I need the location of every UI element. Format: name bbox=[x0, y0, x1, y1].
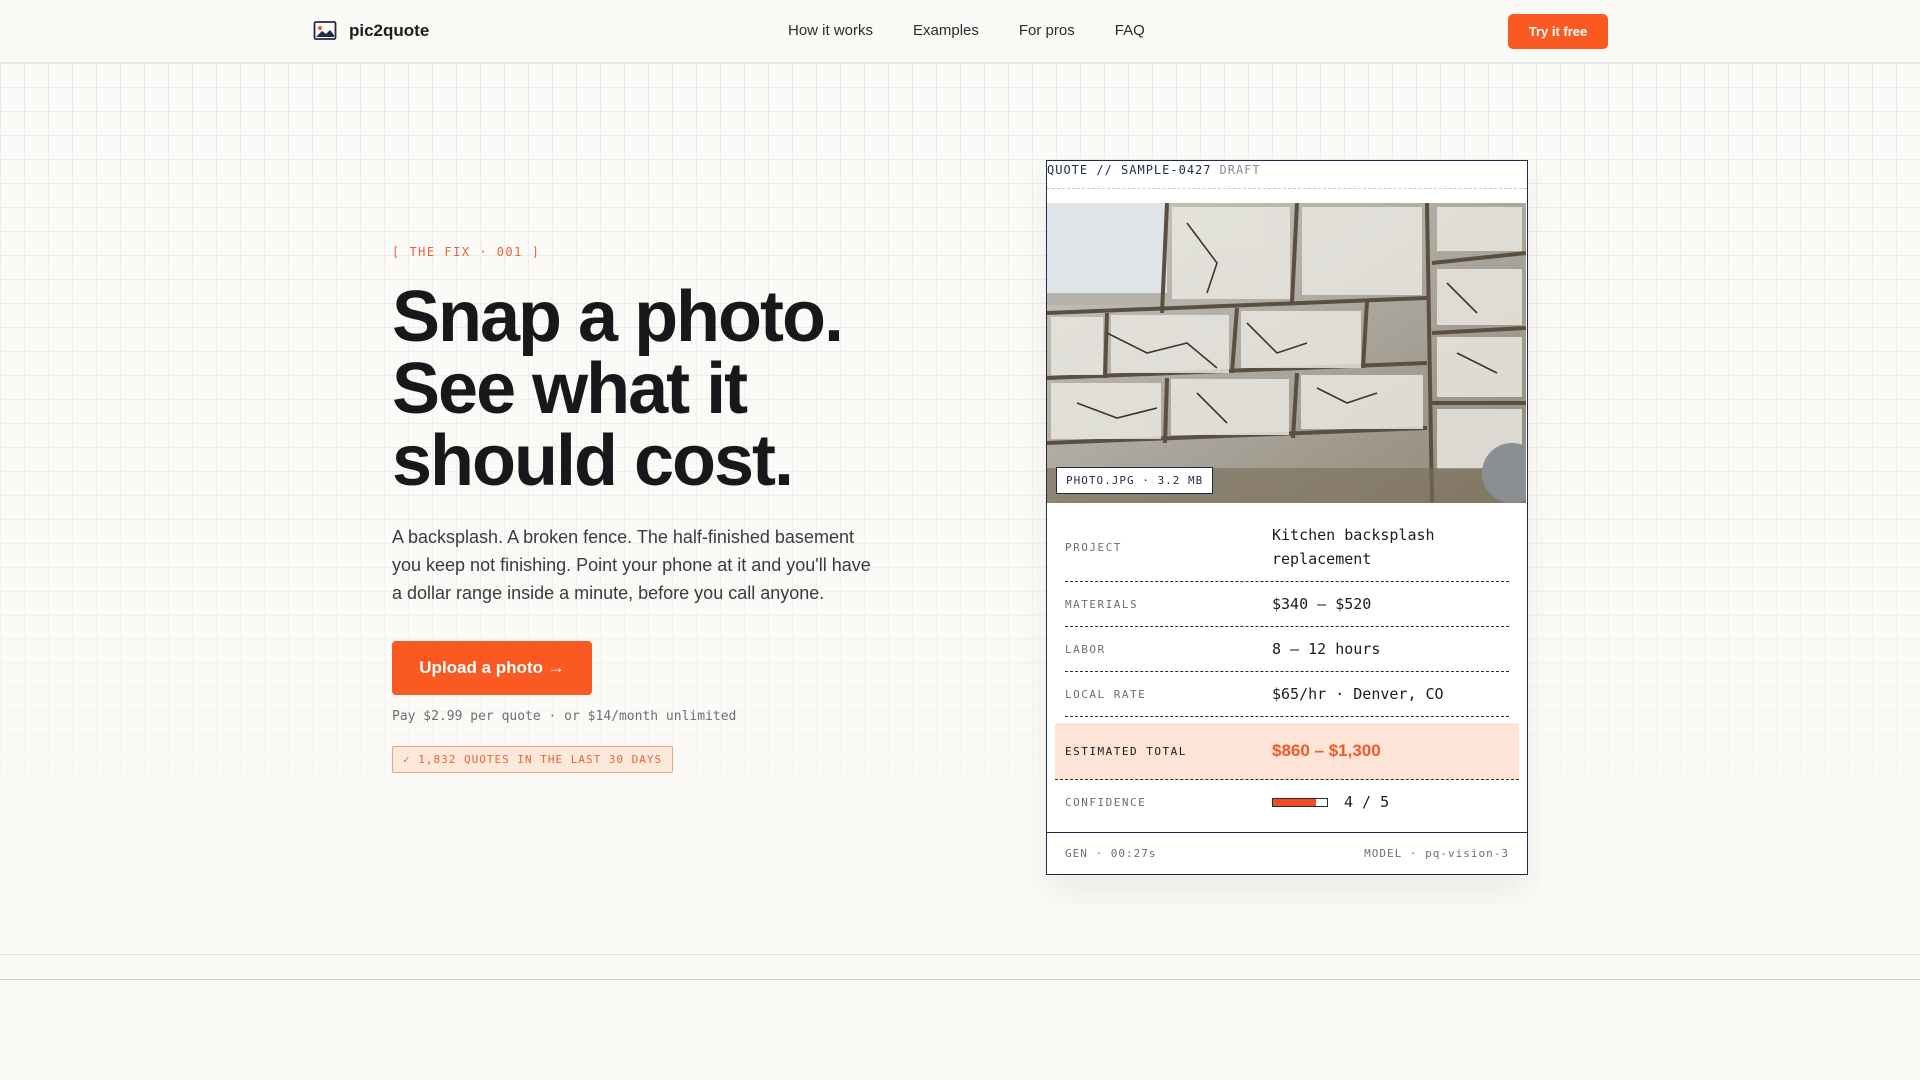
confidence-value-wrap: 4 / 5 bbox=[1272, 790, 1389, 814]
headline-line: Snap a photo. bbox=[392, 277, 844, 357]
estimated-total-value: $860 – $1,300 bbox=[1272, 741, 1381, 760]
quote-id: QUOTE // SAMPLE-0427 bbox=[1047, 163, 1212, 177]
quote-row-confidence: CONFIDENCE 4 / 5 bbox=[1065, 780, 1509, 824]
brand-logo[interactable]: pic2quote bbox=[313, 20, 429, 42]
row-label: LOCAL RATE bbox=[1065, 687, 1147, 701]
hero-section: [ THE FIX · 001 ] Snap a photo. See what… bbox=[392, 245, 892, 773]
brand-name: pic2quote bbox=[349, 21, 430, 40]
photo-file-tag: PHOTO.JPG · 3.2 MB bbox=[1056, 467, 1214, 494]
confidence-score: 4 / 5 bbox=[1344, 793, 1390, 811]
quote-card: QUOTE // SAMPLE-0427 DRAFT PHOTO.JPG · 3… bbox=[1046, 160, 1528, 875]
quote-card-header: QUOTE // SAMPLE-0427 DRAFT bbox=[1047, 161, 1527, 189]
quotes-count-badge: ✓ 1,832 QUOTES IN THE LAST 30 DAYS bbox=[392, 746, 674, 773]
grid-background bbox=[0, 63, 1920, 955]
hero-headline: Snap a photo. See what it should cost. bbox=[392, 281, 892, 497]
quote-row-project: PROJECT Kitchen backsplash replacement bbox=[1065, 513, 1509, 582]
quote-row-local-rate: LOCAL RATE $65/hr · Denver, CO bbox=[1065, 672, 1509, 717]
row-value: $65/hr · Denver, CO bbox=[1272, 685, 1444, 703]
row-label: LABOR bbox=[1065, 642, 1106, 656]
hero-kicker: [ THE FIX · 001 ] bbox=[392, 245, 541, 259]
model-name: MODEL · pq-vision-3 bbox=[1364, 847, 1509, 860]
hero-subcopy: A backsplash. A broken fence. The half-f… bbox=[392, 527, 871, 603]
row-label: MATERIALS bbox=[1065, 597, 1139, 611]
headline-line: should cost. bbox=[392, 421, 794, 501]
section-divider bbox=[0, 954, 1920, 955]
nav-faq[interactable]: FAQ bbox=[1115, 22, 1145, 39]
try-free-button[interactable]: Try it free bbox=[1508, 14, 1608, 49]
row-label: PROJECT bbox=[1065, 540, 1122, 554]
confidence-meter-fill bbox=[1273, 799, 1317, 806]
cracked-tile-photo bbox=[1047, 203, 1526, 503]
quote-row-labor: LABOR 8 – 12 hours bbox=[1065, 627, 1509, 672]
image-icon bbox=[313, 21, 337, 40]
upload-photo-button[interactable]: Upload a photo → bbox=[392, 641, 592, 695]
quote-details: PROJECT Kitchen backsplash replacement M… bbox=[1047, 513, 1527, 824]
generation-time: GEN · 00:27s bbox=[1065, 847, 1157, 860]
site-header: pic2quote How it works Examples For pros… bbox=[0, 0, 1920, 63]
quote-card-footer: GEN · 00:27s MODEL · pq-vision-3 bbox=[1047, 832, 1527, 874]
row-value: 8 – 12 hours bbox=[1272, 640, 1381, 658]
pricing-note: Pay $2.99 per quote · or $14/month unlim… bbox=[392, 709, 737, 724]
quote-status: DRAFT bbox=[1219, 163, 1261, 177]
row-label: ESTIMATED TOTAL bbox=[1065, 744, 1187, 758]
quote-row-materials: MATERIALS $340 – $520 bbox=[1065, 582, 1509, 627]
confidence-meter bbox=[1272, 798, 1328, 807]
main-nav: How it works Examples For pros FAQ bbox=[788, 22, 1145, 39]
headline-line: See what it bbox=[392, 349, 748, 429]
nav-for-pros[interactable]: For pros bbox=[1019, 22, 1075, 39]
nav-examples[interactable]: Examples bbox=[913, 22, 979, 39]
row-value: $340 – $520 bbox=[1272, 595, 1372, 613]
quote-row-total: ESTIMATED TOTAL $860 – $1,300 bbox=[1055, 723, 1519, 780]
section-divider bbox=[0, 979, 1920, 980]
quote-photo: PHOTO.JPG · 3.2 MB bbox=[1047, 203, 1526, 503]
nav-how-it-works[interactable]: How it works bbox=[788, 22, 873, 39]
row-label: CONFIDENCE bbox=[1065, 795, 1147, 809]
row-value: Kitchen backsplash replacement bbox=[1272, 526, 1435, 568]
